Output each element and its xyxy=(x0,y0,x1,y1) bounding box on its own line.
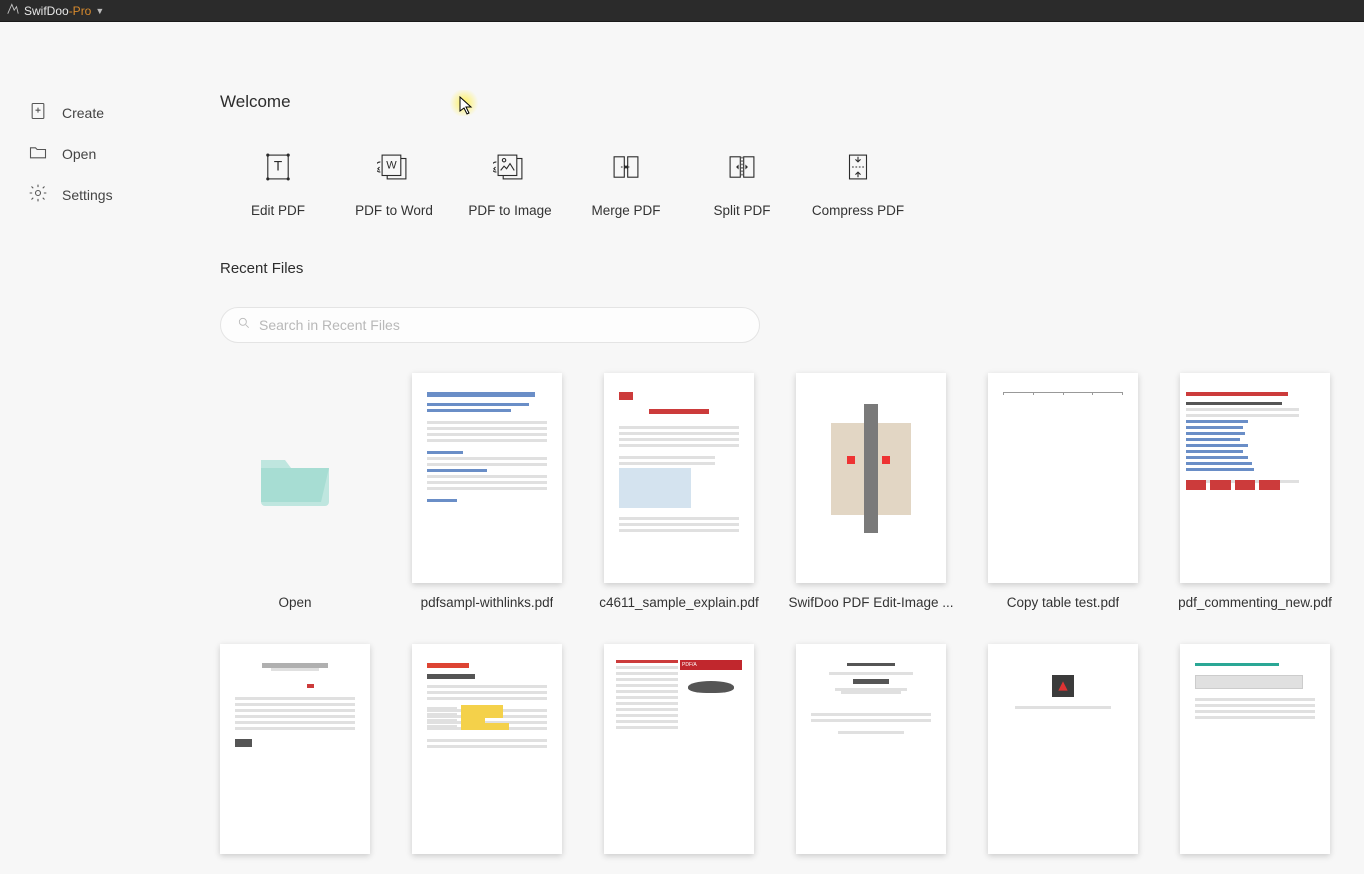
welcome-title: Welcome xyxy=(220,92,1334,112)
action-label: Split PDF xyxy=(713,203,770,218)
pdf-to-image-icon xyxy=(493,150,527,189)
action-label: Merge PDF xyxy=(591,203,660,218)
file-thumbnail xyxy=(1180,644,1330,854)
app-logo-icon xyxy=(6,2,20,19)
tile-label: SwifDoo PDF Edit-Image ... xyxy=(788,595,953,610)
sidebar-item-label: Open xyxy=(62,146,96,162)
pdf-to-word-icon: W xyxy=(377,150,411,189)
main-content: Welcome T Edit PDF W PDF to Word PDF to … xyxy=(200,22,1364,874)
recent-file-tile[interactable] xyxy=(412,644,562,854)
gear-icon xyxy=(28,183,62,206)
action-label: PDF to Image xyxy=(468,203,551,218)
edit-pdf-icon: T xyxy=(261,150,295,189)
recent-file-tile[interactable]: SwifDoo PDF Edit-Image ... xyxy=(796,373,946,610)
action-merge-pdf[interactable]: Merge PDF xyxy=(568,150,684,218)
recent-search-box[interactable] xyxy=(220,307,760,343)
recent-open-tile[interactable]: Open xyxy=(220,373,370,610)
recent-file-tile[interactable] xyxy=(796,644,946,854)
titlebar-dropdown-caret[interactable]: ▼ xyxy=(95,6,104,16)
file-thumbnail xyxy=(412,644,562,854)
recent-file-tile[interactable] xyxy=(988,644,1138,854)
tile-label: Open xyxy=(278,595,311,610)
recent-file-tile[interactable]: Copy table test.pdf xyxy=(988,373,1138,610)
split-pdf-icon xyxy=(725,150,759,189)
file-thumbnail xyxy=(604,373,754,583)
recent-files-title: Recent Files xyxy=(220,260,1334,277)
recent-file-tile[interactable]: PDF/A xyxy=(604,644,754,854)
file-thumbnail xyxy=(796,373,946,583)
create-icon xyxy=(28,101,62,124)
tile-label: pdf_commenting_new.pdf xyxy=(1178,595,1332,610)
sidebar-item-open[interactable]: Open xyxy=(0,133,200,174)
action-label: PDF to Word xyxy=(355,203,433,218)
quick-actions-row: T Edit PDF W PDF to Word PDF to Image xyxy=(220,150,1334,218)
recent-file-tile[interactable]: c4611_sample_explain.pdf xyxy=(604,373,754,610)
action-edit-pdf[interactable]: T Edit PDF xyxy=(220,150,336,218)
compress-pdf-icon xyxy=(841,150,875,189)
action-label: Edit PDF xyxy=(251,203,305,218)
action-pdf-to-word[interactable]: W PDF to Word xyxy=(336,150,452,218)
svg-text:W: W xyxy=(386,160,397,172)
action-split-pdf[interactable]: Split PDF xyxy=(684,150,800,218)
folder-open-icon xyxy=(28,142,62,165)
file-thumbnail xyxy=(988,644,1138,854)
recent-file-tile[interactable]: pdf_commenting_new.pdf xyxy=(1180,373,1330,610)
action-pdf-to-image[interactable]: PDF to Image xyxy=(452,150,568,218)
recent-file-tile[interactable]: pdfsampl-withlinks.pdf xyxy=(412,373,562,610)
tile-label: Copy table test.pdf xyxy=(1007,595,1120,610)
file-thumbnail xyxy=(796,644,946,854)
recent-file-tile[interactable] xyxy=(1180,644,1330,854)
merge-pdf-icon xyxy=(609,150,643,189)
sidebar: Create Open Settings xyxy=(0,22,200,874)
sidebar-item-create[interactable]: Create xyxy=(0,92,200,133)
file-thumbnail xyxy=(220,644,370,854)
app-name: SwifDoo xyxy=(24,4,69,18)
tile-label: pdfsampl-withlinks.pdf xyxy=(421,595,554,610)
recent-files-grid: Open pdfsampl-withlinks.pdf c4611_sample… xyxy=(220,373,1334,854)
file-thumbnail xyxy=(1180,373,1330,583)
recent-file-tile[interactable] xyxy=(220,644,370,854)
search-icon xyxy=(237,316,259,335)
window-titlebar: SwifDoo-Pro ▼ xyxy=(0,0,1364,22)
app-name-suffix: -Pro xyxy=(69,4,92,18)
sidebar-item-settings[interactable]: Settings xyxy=(0,174,200,215)
file-thumbnail xyxy=(988,373,1138,583)
file-thumbnail xyxy=(412,373,562,583)
tile-label: c4611_sample_explain.pdf xyxy=(599,595,759,610)
recent-search-input[interactable] xyxy=(259,317,743,333)
action-compress-pdf[interactable]: Compress PDF xyxy=(800,150,916,218)
folder-icon xyxy=(255,442,335,514)
sidebar-item-label: Settings xyxy=(62,187,113,203)
sidebar-item-label: Create xyxy=(62,105,104,121)
svg-text:T: T xyxy=(274,158,282,173)
action-label: Compress PDF xyxy=(812,203,904,218)
file-thumbnail: PDF/A xyxy=(604,644,754,854)
